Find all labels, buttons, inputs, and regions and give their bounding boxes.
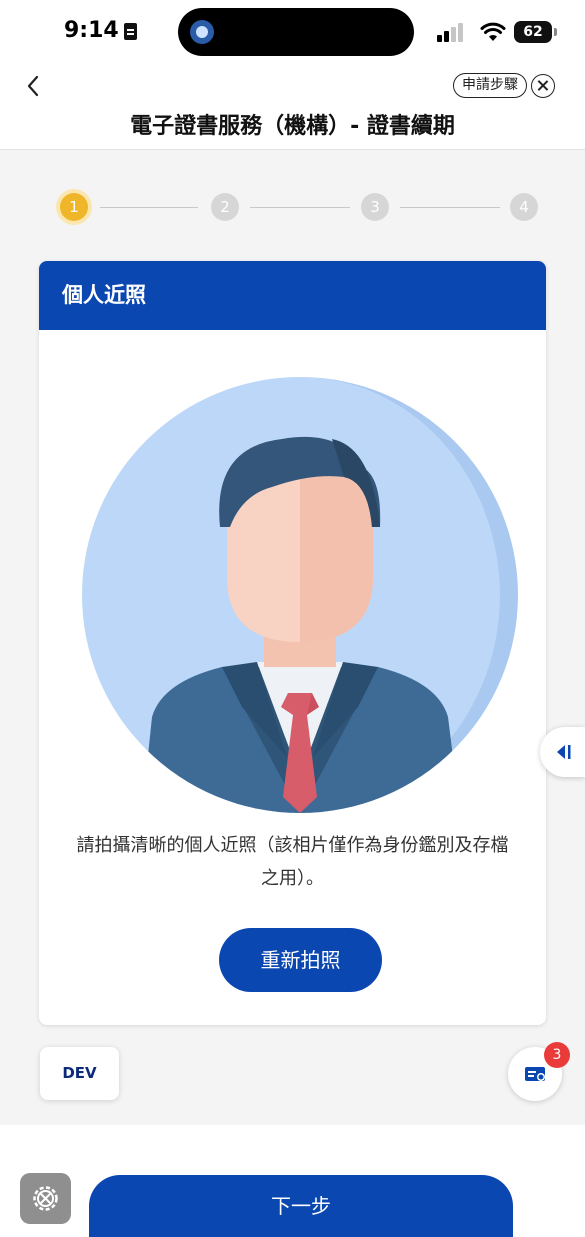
battery-level: 62 (514, 21, 552, 43)
close-button[interactable] (531, 74, 555, 98)
next-step-button[interactable]: 下一步 (89, 1175, 513, 1237)
apply-steps-button[interactable]: 申請步驟 (453, 73, 527, 98)
step-connector (400, 207, 500, 208)
progress-stepper: 1 2 3 4 (60, 193, 538, 223)
step-1: 1 (60, 193, 88, 221)
dev-button[interactable]: DEV (40, 1047, 119, 1100)
step-connector (250, 207, 350, 208)
wifi-icon (480, 22, 506, 41)
bottom-bar: 下一步 (0, 1125, 585, 1237)
step-4: 4 (510, 193, 538, 221)
step-connector (100, 207, 198, 208)
gear-icon (33, 1186, 58, 1211)
cellular-signal-icon (437, 22, 471, 42)
settings-button[interactable] (20, 1173, 71, 1224)
card-title: 個人近照 (39, 261, 546, 330)
page-title: 電子證書服務（機構）- 證書續期 (130, 114, 455, 139)
message-count-badge: 3 (544, 1042, 570, 1068)
collapse-arrow-icon (557, 745, 571, 759)
photo-instruction: 請拍攝清晰的個人近照（該相片僅作為身份鑑別及存檔之用）。 (76, 835, 509, 889)
app-header: 申請步驟 電子證書服務（機構）- 證書續期 (0, 62, 585, 150)
status-time: 9:14 (64, 18, 119, 43)
personal-photo-card: 個人近照 請拍攝清晰的個人近照（該相片僅作為身份鑑別及存檔之用）。 重新拍照 (39, 261, 546, 1025)
dynamic-island (178, 8, 414, 56)
battery-cap-icon (554, 28, 557, 36)
retake-photo-button[interactable]: 重新拍照 (219, 928, 382, 992)
back-button[interactable] (22, 72, 46, 100)
side-panel-toggle[interactable] (540, 727, 585, 777)
step-3: 3 (361, 193, 389, 221)
status-bar: 9:14 62 (0, 0, 585, 62)
step-2: 2 (211, 193, 239, 221)
avatar-photo (82, 377, 518, 813)
sim-card-icon (124, 23, 137, 40)
app-activity-icon (190, 20, 214, 44)
